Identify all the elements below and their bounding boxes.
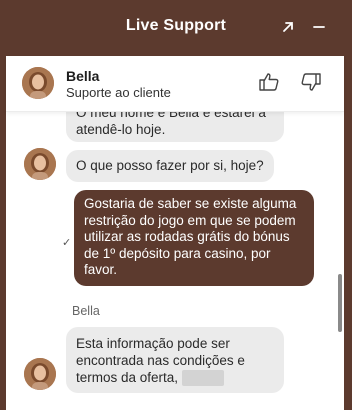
message-avatar <box>24 148 56 180</box>
agent-message-question: O que posso fazer por si, hoje? <box>66 150 274 182</box>
message-avatar <box>24 358 56 390</box>
agent-name: Bella <box>66 68 100 84</box>
sender-label: Bella <box>72 304 100 318</box>
thumbs-up-button[interactable] <box>257 70 281 94</box>
agent-message-reply: Esta informação pode ser encontrada nas … <box>66 327 284 393</box>
check-icon: ✓ <box>62 237 72 249</box>
minimize-icon <box>313 26 325 28</box>
user-message: Gostaria de saber se existe alguma restr… <box>74 190 314 286</box>
title-bar: Live Support <box>0 0 352 56</box>
expand-button[interactable] <box>277 16 299 38</box>
live-support-window: Live Support Bella Suporte ao cliente O … <box>0 0 352 410</box>
agent-avatar <box>22 67 54 99</box>
window-title: Live Support <box>125 17 227 34</box>
message-list[interactable]: O meu nome é Bella e estarei a atendê-lo… <box>6 112 344 410</box>
thumbs-up-icon <box>259 73 279 91</box>
window-frame-right <box>344 56 352 410</box>
thumbs-down-icon <box>301 73 321 91</box>
agent-role: Suporte ao cliente <box>66 85 171 100</box>
minimize-button[interactable] <box>308 16 330 38</box>
thumbs-down-button[interactable] <box>299 70 323 94</box>
agent-message-greeting: O meu nome é Bella e estarei a atendê-lo… <box>66 112 284 142</box>
agent-header: Bella Suporte ao cliente <box>6 56 344 112</box>
expand-icon <box>283 22 293 32</box>
scrollbar-thumb[interactable] <box>338 274 342 332</box>
redacted-link <box>181 370 224 387</box>
